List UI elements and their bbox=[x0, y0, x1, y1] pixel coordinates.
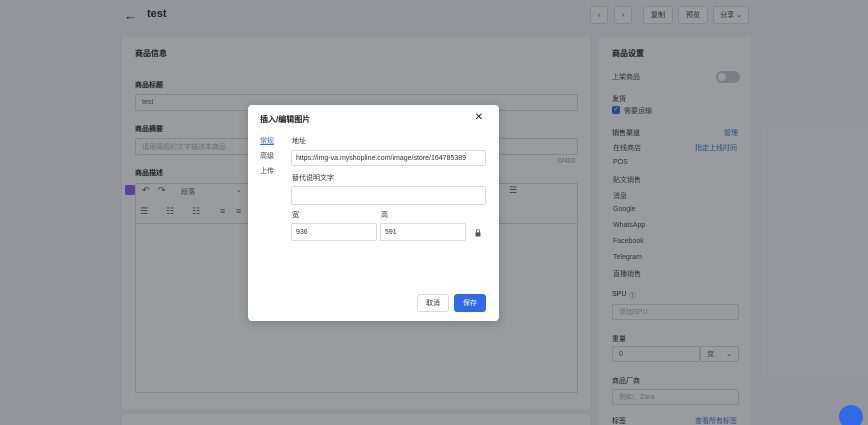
alt-input[interactable] bbox=[291, 186, 486, 205]
url-label: 地址 bbox=[292, 138, 306, 145]
alt-label: 替代说明文字 bbox=[292, 175, 334, 182]
chat-icon[interactable] bbox=[839, 405, 863, 425]
lock-icon[interactable] bbox=[475, 229, 481, 237]
dialog-title: 插入/编辑图片 bbox=[260, 115, 311, 124]
height-label: 高 bbox=[381, 212, 388, 219]
width-label: 宽 bbox=[292, 212, 299, 219]
url-value: https://img-va.myshopline.com/image/stor… bbox=[296, 154, 467, 162]
height-value: 591 bbox=[385, 228, 397, 236]
width-input[interactable]: 936 bbox=[291, 223, 377, 241]
width-value: 936 bbox=[296, 228, 308, 236]
image-dialog: 插入/编辑图片 ✕ 常规 高级 上传 地址 https://img-va.mys… bbox=[248, 105, 499, 321]
tab-general[interactable]: 常规 bbox=[260, 136, 274, 146]
save-button[interactable]: 保存 bbox=[454, 294, 486, 312]
tab-upload[interactable]: 上传 bbox=[260, 166, 274, 176]
tab-advanced[interactable]: 高级 bbox=[260, 151, 274, 161]
close-icon[interactable]: ✕ bbox=[475, 112, 483, 123]
url-input[interactable]: https://img-va.myshopline.com/image/stor… bbox=[291, 150, 486, 166]
height-input[interactable]: 591 bbox=[380, 223, 466, 241]
cancel-button[interactable]: 取消 bbox=[417, 294, 449, 312]
